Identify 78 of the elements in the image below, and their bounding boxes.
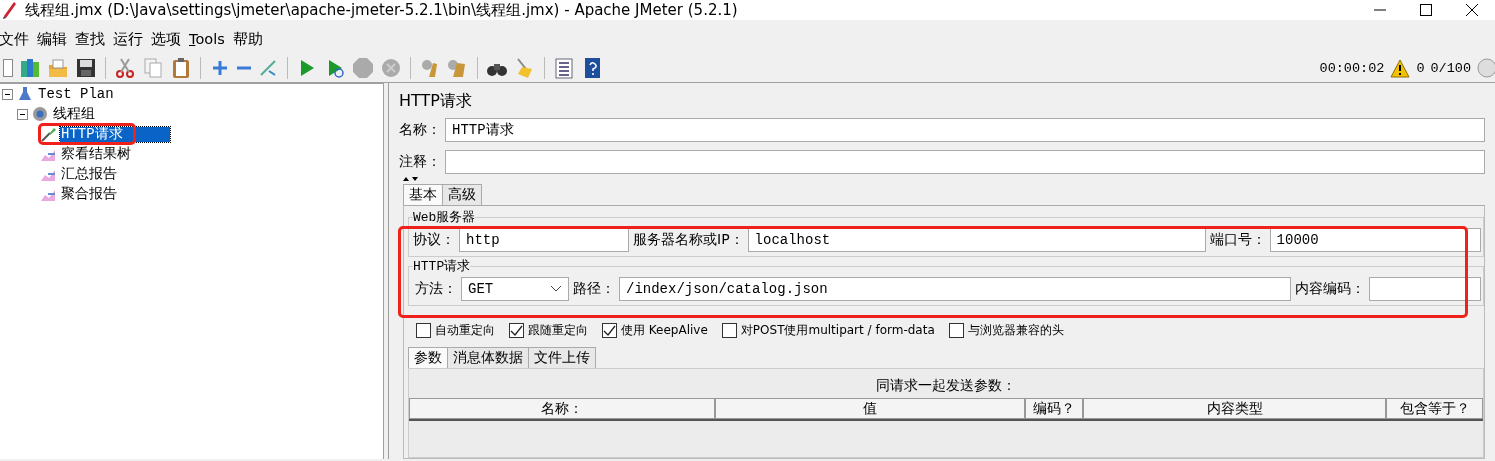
app-icon (2, 0, 17, 20)
field-label: 路径： (573, 280, 615, 298)
chevron-down-icon (550, 285, 562, 293)
paste-icon (170, 57, 192, 79)
panel-title: HTTP请求 (399, 91, 473, 112)
column-header[interactable]: 名称： (409, 398, 715, 419)
new-file-button[interactable] (0, 59, 16, 77)
thread-count: 0/100 (1430, 60, 1471, 76)
close-icon (1466, 4, 1478, 16)
tab[interactable]: 消息体数据 (447, 347, 529, 368)
check-icon (603, 325, 616, 336)
table-title: 同请求一起发送参数： (875, 376, 1017, 395)
pipette-icon (40, 126, 56, 142)
menu-item[interactable]: Tools (185, 31, 229, 47)
maximize-icon (1420, 4, 1432, 16)
tab[interactable]: 参数 (408, 347, 448, 368)
menu-item[interactable]: 帮助 (228, 29, 267, 49)
window-title: 线程组.jmx (D:\Java\settings\jmeter\apache-jmeter-5.2.1\bin\线程组.jmx) - Apache JMeter (5.2.1) (25, 0, 738, 20)
encoding-field[interactable] (1369, 277, 1481, 301)
new-file-icon (3, 59, 13, 77)
checkbox[interactable]: 与浏览器兼容的头 (948, 322, 1064, 339)
tree-item[interactable]: Test Plan (37, 86, 115, 102)
scissors-icon (114, 57, 136, 79)
comment-field[interactable] (445, 150, 1485, 174)
books-icon (19, 57, 41, 79)
tab[interactable]: 文件上传 (528, 347, 596, 368)
expand-toggle[interactable] (2, 88, 13, 100)
menu-item[interactable]: 编辑 (33, 29, 71, 49)
field-label: 方法： (415, 280, 457, 298)
field-label: 协议： (413, 231, 455, 249)
menu-item[interactable]: 运行 (109, 29, 147, 49)
name-field[interactable]: HTTP请求 (445, 118, 1485, 142)
tab[interactable]: 基本 (403, 184, 443, 205)
checkbox[interactable]: 对POST使用multipart / form-data (721, 322, 935, 339)
gear-icon (32, 106, 48, 122)
check-icon (510, 325, 523, 336)
protocol-field[interactable]: http (459, 228, 629, 252)
minus-icon (237, 66, 251, 70)
copy-icon (142, 57, 164, 79)
tree-item[interactable]: 汇总报告 (60, 166, 118, 182)
flask-icon (17, 86, 33, 102)
stop-icon (380, 57, 402, 79)
warning-count: 0 (1416, 60, 1425, 76)
menu-item[interactable]: 查找 (71, 29, 109, 49)
column-header[interactable]: 编码？ (1025, 398, 1083, 419)
menu-item[interactable]: 选项 (147, 29, 185, 49)
tree-item[interactable]: 聚合报告 (60, 186, 118, 202)
group-title: HTTP请求 (413, 258, 471, 275)
warning-icon (1390, 58, 1411, 78)
method-dropdown[interactable]: GET (461, 277, 569, 301)
field-label: 服务器名称或IP： (633, 231, 744, 249)
path-field[interactable]: /index/json/catalog.json (619, 277, 1291, 301)
stop-icon (352, 57, 374, 79)
field-label: 端口号： (1209, 231, 1266, 249)
open-folder-icon (47, 57, 69, 79)
field-label: 注释： (399, 153, 441, 171)
field-label: 名称： (399, 121, 441, 139)
column-header[interactable]: 包含等于？ (1386, 398, 1483, 419)
group-title: Web服务器 (413, 209, 476, 226)
port-field[interactable]: 10000 (1269, 228, 1481, 252)
save-icon (75, 57, 97, 79)
list-icon (553, 57, 575, 79)
tree-item[interactable]: 察看结果树 (60, 146, 132, 162)
tree-item[interactable]: HTTP请求 (60, 126, 170, 142)
checkbox[interactable]: 自动重定向 (416, 322, 495, 339)
splitter-arrows-icon (403, 176, 418, 182)
checkbox[interactable]: 跟随重定向 (509, 322, 588, 339)
elapsed-time: 00:00:02 (1319, 60, 1385, 76)
checkbox[interactable]: 使用 KeepAlive (602, 322, 708, 339)
field-label: 内容编码： (1295, 280, 1365, 298)
minus-button[interactable] (234, 66, 254, 70)
column-header[interactable]: 内容类型 (1083, 398, 1386, 419)
tab[interactable]: 高级 (442, 184, 482, 205)
menu-item[interactable]: 文件 (0, 29, 33, 49)
server-field[interactable]: localhost (747, 228, 1206, 252)
tree-item[interactable]: 线程组 (52, 106, 96, 122)
column-header[interactable]: 值 (715, 398, 1025, 419)
expand-toggle[interactable] (17, 108, 28, 120)
